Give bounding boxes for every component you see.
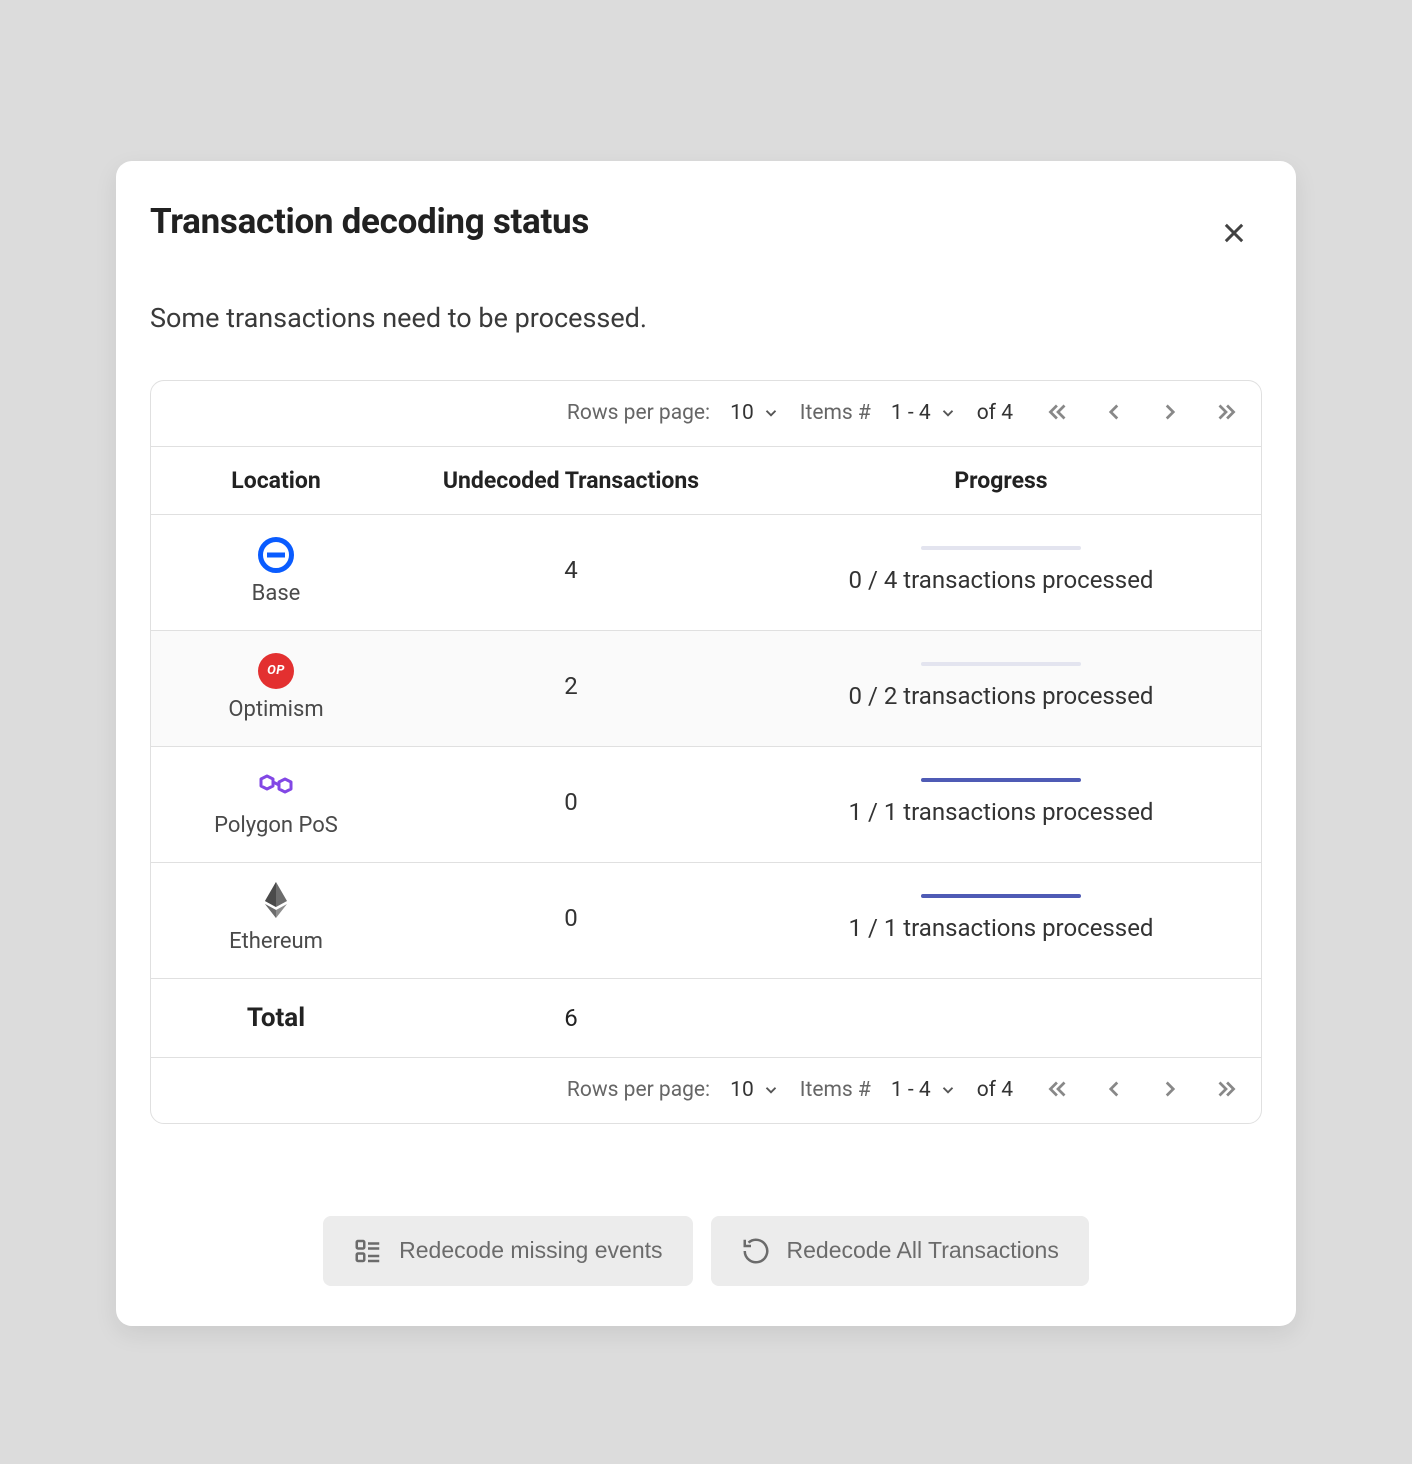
button-label: Redecode All Transactions bbox=[787, 1237, 1059, 1264]
items-range: 1 - 4 bbox=[891, 1078, 931, 1102]
chevron-down-icon bbox=[939, 1081, 957, 1099]
optimism-icon: OP bbox=[258, 653, 294, 689]
modal-title: Transaction decoding status bbox=[150, 201, 589, 242]
items-total: of 4 bbox=[977, 1078, 1013, 1102]
rows-per-page-value: 10 bbox=[730, 401, 754, 425]
rows-per-page-label: Rows per page: bbox=[567, 1078, 710, 1102]
progress-bar bbox=[921, 662, 1081, 666]
location-cell: Polygon PoS bbox=[161, 767, 391, 838]
ethereum-icon bbox=[263, 880, 289, 926]
pager-bottom: Rows per page: 10 Items # 1 - 4 of 4 bbox=[151, 1058, 1261, 1123]
progress-cell: 1 / 1 transactions processed bbox=[751, 778, 1251, 826]
progress-text: 0 / 4 transactions processed bbox=[849, 566, 1154, 594]
chevron-right-icon bbox=[1157, 1076, 1183, 1102]
table-row: OP Optimism 2 0 / 2 transactions process… bbox=[151, 630, 1261, 746]
polygon-icon bbox=[256, 769, 296, 805]
items-total: of 4 bbox=[977, 401, 1013, 425]
modal-subtitle: Some transactions need to be processed. bbox=[150, 302, 1262, 334]
decoding-status-modal: Transaction decoding status Some transac… bbox=[116, 161, 1296, 1326]
page-first-button[interactable] bbox=[1041, 1072, 1075, 1109]
items-range: 1 - 4 bbox=[891, 401, 931, 425]
items-label: Items # bbox=[800, 401, 871, 425]
chevron-down-icon bbox=[939, 404, 957, 422]
chevron-down-icon bbox=[762, 1081, 780, 1099]
col-progress: Progress bbox=[741, 446, 1261, 514]
location-cell: Base bbox=[161, 535, 391, 606]
progress-cell: 1 / 1 transactions processed bbox=[751, 894, 1251, 942]
page-prev-button[interactable] bbox=[1097, 1072, 1131, 1109]
page-next-button[interactable] bbox=[1153, 395, 1187, 432]
total-label: Total bbox=[151, 978, 401, 1057]
chevron-double-left-icon bbox=[1045, 399, 1071, 425]
rows-per-page-value: 10 bbox=[730, 1078, 754, 1102]
close-icon bbox=[1220, 219, 1248, 247]
pager-top: Rows per page: 10 Items # 1 - 4 of 4 bbox=[151, 381, 1261, 446]
close-button[interactable] bbox=[1212, 211, 1256, 258]
chevron-double-left-icon bbox=[1045, 1076, 1071, 1102]
items-label: Items # bbox=[800, 1078, 871, 1102]
table-row: Base 4 0 / 4 transactions processed bbox=[151, 514, 1261, 630]
page-last-button[interactable] bbox=[1209, 1072, 1243, 1109]
location-cell: Ethereum bbox=[161, 883, 391, 954]
progress-text: 1 / 1 transactions processed bbox=[849, 914, 1154, 942]
decoding-table: Location Undecoded Transactions Progress… bbox=[151, 446, 1261, 1058]
progress-bar bbox=[921, 778, 1081, 782]
list-icon bbox=[353, 1236, 383, 1266]
page-last-button[interactable] bbox=[1209, 395, 1243, 432]
undecoded-count: 0 bbox=[401, 862, 741, 978]
progress-text: 0 / 2 transactions processed bbox=[849, 682, 1154, 710]
col-undecoded: Undecoded Transactions bbox=[401, 446, 741, 514]
progress-cell: 0 / 4 transactions processed bbox=[751, 546, 1251, 594]
page-prev-button[interactable] bbox=[1097, 395, 1131, 432]
chevron-left-icon bbox=[1101, 1076, 1127, 1102]
undecoded-count: 4 bbox=[401, 514, 741, 630]
location-name: Base bbox=[252, 581, 301, 606]
rows-per-page-select[interactable]: 10 bbox=[730, 1078, 780, 1102]
location-cell: OP Optimism bbox=[161, 651, 391, 722]
items-range-select[interactable]: 1 - 4 bbox=[891, 1078, 957, 1102]
modal-backdrop: Transaction decoding status Some transac… bbox=[0, 0, 1412, 1464]
undecoded-count: 0 bbox=[401, 746, 741, 862]
table-row: Ethereum 0 1 / 1 transactions processed bbox=[151, 862, 1261, 978]
location-name: Ethereum bbox=[229, 929, 323, 954]
page-next-button[interactable] bbox=[1153, 1072, 1187, 1109]
redecode-all-button[interactable]: Redecode All Transactions bbox=[711, 1216, 1089, 1286]
chevron-double-right-icon bbox=[1213, 1076, 1239, 1102]
progress-bar bbox=[921, 894, 1081, 898]
progress-cell: 0 / 2 transactions processed bbox=[751, 662, 1251, 710]
chevron-double-right-icon bbox=[1213, 399, 1239, 425]
refresh-icon bbox=[741, 1236, 771, 1266]
chevron-right-icon bbox=[1157, 399, 1183, 425]
base-icon bbox=[258, 537, 294, 573]
table-container: Rows per page: 10 Items # 1 - 4 of 4 bbox=[150, 380, 1262, 1124]
location-name: Optimism bbox=[228, 697, 323, 722]
chevron-down-icon bbox=[762, 404, 780, 422]
progress-text: 1 / 1 transactions processed bbox=[849, 798, 1154, 826]
location-name: Polygon PoS bbox=[214, 813, 338, 838]
items-range-select[interactable]: 1 - 4 bbox=[891, 401, 957, 425]
button-label: Redecode missing events bbox=[399, 1237, 662, 1264]
undecoded-count: 2 bbox=[401, 630, 741, 746]
rows-per-page-label: Rows per page: bbox=[567, 401, 710, 425]
chevron-left-icon bbox=[1101, 399, 1127, 425]
page-first-button[interactable] bbox=[1041, 395, 1075, 432]
redecode-missing-button[interactable]: Redecode missing events bbox=[323, 1216, 692, 1286]
total-value: 6 bbox=[401, 978, 741, 1057]
progress-bar bbox=[921, 546, 1081, 550]
table-row: Polygon PoS 0 1 / 1 transactions process… bbox=[151, 746, 1261, 862]
rows-per-page-select[interactable]: 10 bbox=[730, 401, 780, 425]
col-location: Location bbox=[151, 446, 401, 514]
